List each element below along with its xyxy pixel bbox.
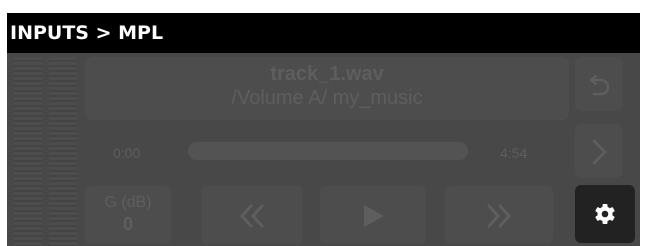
level-meter-left — [14, 57, 42, 246]
track-path: /Volume A/ my_music — [231, 87, 423, 109]
fast-forward-button[interactable] — [445, 186, 553, 244]
rewind-icon — [240, 204, 264, 228]
gear-icon — [595, 204, 615, 224]
progress-bar[interactable] — [188, 142, 468, 160]
elapsed-time: 0:00 — [113, 145, 141, 161]
fast-forward-icon — [487, 204, 511, 228]
duration-time: 4:54 — [500, 145, 528, 161]
next-button[interactable] — [575, 124, 623, 178]
gain-label: G (dB) — [104, 194, 152, 211]
gain-button[interactable]: G (dB) 0 — [85, 186, 171, 244]
mpl-screen: INPUTS > MPL track_1.wav /Volume A/ my_m… — [7, 13, 640, 246]
track-info-panel: track_1.wav /Volume A/ my_music — [85, 57, 569, 120]
undo-arrow-icon — [589, 74, 610, 96]
rewind-button[interactable] — [201, 186, 303, 244]
gain-value: 0 — [122, 214, 133, 234]
track-name: track_1.wav — [270, 63, 384, 85]
chevron-right-icon — [592, 139, 607, 165]
play-button[interactable] — [320, 186, 426, 244]
level-meter-right — [49, 57, 77, 246]
play-icon — [364, 205, 384, 227]
page-title: INPUTS > MPL — [7, 13, 640, 53]
settings-button[interactable] — [575, 185, 635, 243]
back-button[interactable] — [575, 57, 623, 111]
